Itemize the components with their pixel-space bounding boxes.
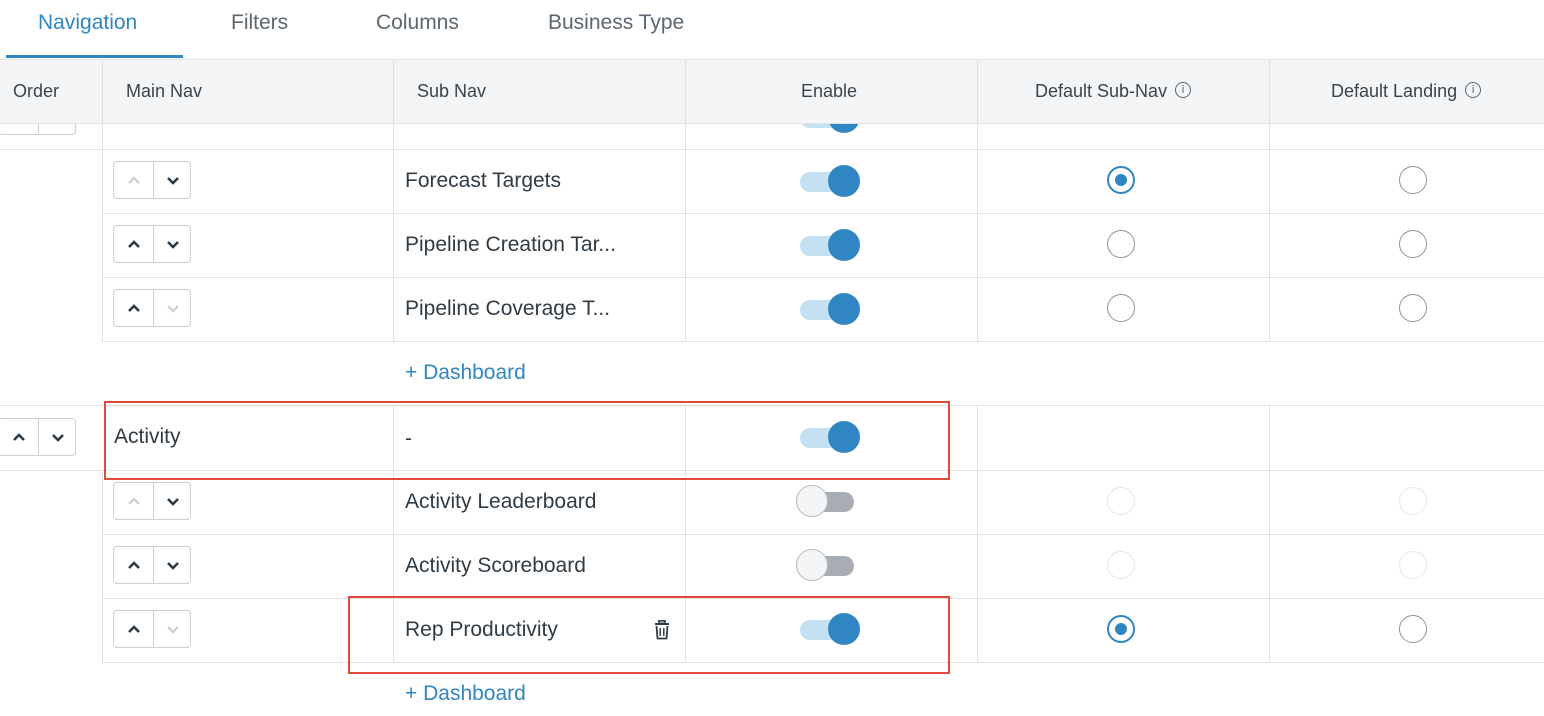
order-stepper[interactable] — [113, 161, 191, 199]
default-sub-nav-radio[interactable] — [1107, 615, 1135, 643]
order-stepper[interactable] — [113, 289, 191, 327]
sub-nav-label: Forecast Targets — [405, 169, 562, 192]
toggle-knob — [796, 549, 828, 581]
move-down-button[interactable] — [153, 483, 192, 519]
chevron-up-icon — [127, 175, 140, 184]
active-tab-indicator — [6, 55, 183, 58]
move-up-button[interactable] — [114, 483, 154, 519]
add-dashboard-link[interactable]: + Dashboard — [405, 681, 526, 707]
sub-nav-label: Activity Leaderboard — [405, 490, 597, 513]
toggle-knob — [828, 165, 860, 197]
default-sub-nav-radio — [1107, 551, 1135, 579]
add-dashboard-link[interactable]: + Dashboard — [405, 360, 526, 386]
move-up-button[interactable] — [114, 290, 154, 326]
move-down-button[interactable] — [153, 162, 192, 198]
toggle-knob — [828, 229, 860, 261]
column-header-sub-nav: Sub Nav — [417, 81, 487, 101]
tab-business-type[interactable]: Business Type — [548, 10, 684, 40]
default-landing-radio[interactable] — [1399, 230, 1427, 258]
move-down-button[interactable] — [38, 419, 77, 455]
default-landing-radio — [1399, 487, 1427, 515]
column-header-default-landing-label: Default Landing — [1331, 81, 1458, 101]
row-divider — [102, 213, 1544, 214]
move-down-button[interactable] — [153, 226, 192, 262]
chevron-down-icon — [166, 176, 179, 185]
chevron-down-icon — [166, 625, 179, 634]
tab-navigation[interactable]: Navigation — [38, 10, 137, 40]
chevron-up-icon — [12, 432, 25, 441]
order-stepper[interactable] — [0, 418, 76, 456]
move-up-button[interactable] — [114, 226, 154, 262]
move-down-button[interactable] — [153, 547, 192, 583]
column-divider — [1269, 60, 1270, 342]
order-stepper[interactable] — [113, 610, 191, 648]
tab-filters[interactable]: Filters — [231, 10, 288, 40]
default-sub-nav-radio — [1107, 487, 1135, 515]
tab-bar: Navigation Filters Columns Business Type — [0, 0, 1544, 60]
row-divider — [102, 534, 1544, 535]
info-circle-icon[interactable]: i — [1175, 82, 1192, 99]
row-divider — [0, 149, 1544, 150]
move-down-button[interactable] — [153, 290, 192, 326]
chevron-down-icon — [166, 304, 179, 313]
column-header-default-sub-nav-label: Default Sub-Nav — [1035, 81, 1168, 101]
move-up-button[interactable] — [114, 611, 154, 647]
chevron-down-icon — [166, 240, 179, 249]
enable-toggle[interactable] — [796, 484, 858, 520]
chevron-up-icon — [127, 496, 140, 505]
toggle-knob — [796, 485, 828, 517]
chevron-down-icon — [166, 561, 179, 570]
chevron-up-icon — [127, 624, 140, 633]
column-divider — [393, 60, 394, 342]
sub-nav-label: Pipeline Creation Tar... — [405, 233, 616, 256]
chevron-down-icon — [51, 433, 64, 442]
highlight-box-activity — [104, 401, 950, 480]
default-landing-radio[interactable] — [1399, 615, 1427, 643]
column-header-default-sub-nav: Default Sub-Nav i — [1035, 60, 1192, 123]
move-down-button[interactable] — [153, 611, 192, 647]
enable-toggle[interactable] — [800, 228, 862, 264]
order-stepper[interactable] — [113, 546, 191, 584]
column-header-order: Order — [13, 81, 60, 101]
chevron-up-icon — [127, 303, 140, 312]
default-landing-radio[interactable] — [1399, 166, 1427, 194]
highlight-box-rep-productivity — [348, 596, 950, 674]
column-header-enable: Enable — [801, 81, 858, 101]
sub-nav-label: Pipeline Coverage T... — [405, 297, 611, 320]
tab-columns[interactable]: Columns — [376, 10, 459, 40]
info-circle-icon[interactable]: i — [1465, 82, 1482, 99]
column-header-default-landing: Default Landing i — [1331, 60, 1482, 123]
chevron-down-icon — [166, 497, 179, 506]
row-divider — [102, 277, 1544, 278]
default-landing-radio — [1399, 551, 1427, 579]
column-divider — [102, 60, 103, 342]
toggle-knob — [828, 293, 860, 325]
column-divider — [685, 60, 686, 342]
table-header: Order Main Nav Sub Nav Enable Default Su… — [0, 60, 1544, 124]
column-divider — [977, 60, 978, 342]
move-up-button[interactable] — [114, 547, 154, 583]
enable-toggle[interactable] — [800, 292, 862, 328]
sub-nav-label: Activity Scoreboard — [405, 554, 586, 577]
default-sub-nav-radio[interactable] — [1107, 294, 1135, 322]
default-landing-radio[interactable] — [1399, 294, 1427, 322]
chevron-up-icon — [127, 239, 140, 248]
move-up-button[interactable] — [0, 419, 39, 455]
default-sub-nav-radio[interactable] — [1107, 230, 1135, 258]
enable-toggle[interactable] — [796, 548, 858, 584]
column-header-main-nav: Main Nav — [126, 81, 203, 101]
row-divider — [102, 341, 1544, 342]
column-divider — [102, 470, 103, 663]
enable-toggle[interactable] — [800, 164, 862, 200]
move-up-button[interactable] — [114, 162, 154, 198]
order-stepper[interactable] — [113, 225, 191, 263]
order-stepper[interactable] — [113, 482, 191, 520]
chevron-up-icon — [127, 560, 140, 569]
default-sub-nav-radio[interactable] — [1107, 166, 1135, 194]
